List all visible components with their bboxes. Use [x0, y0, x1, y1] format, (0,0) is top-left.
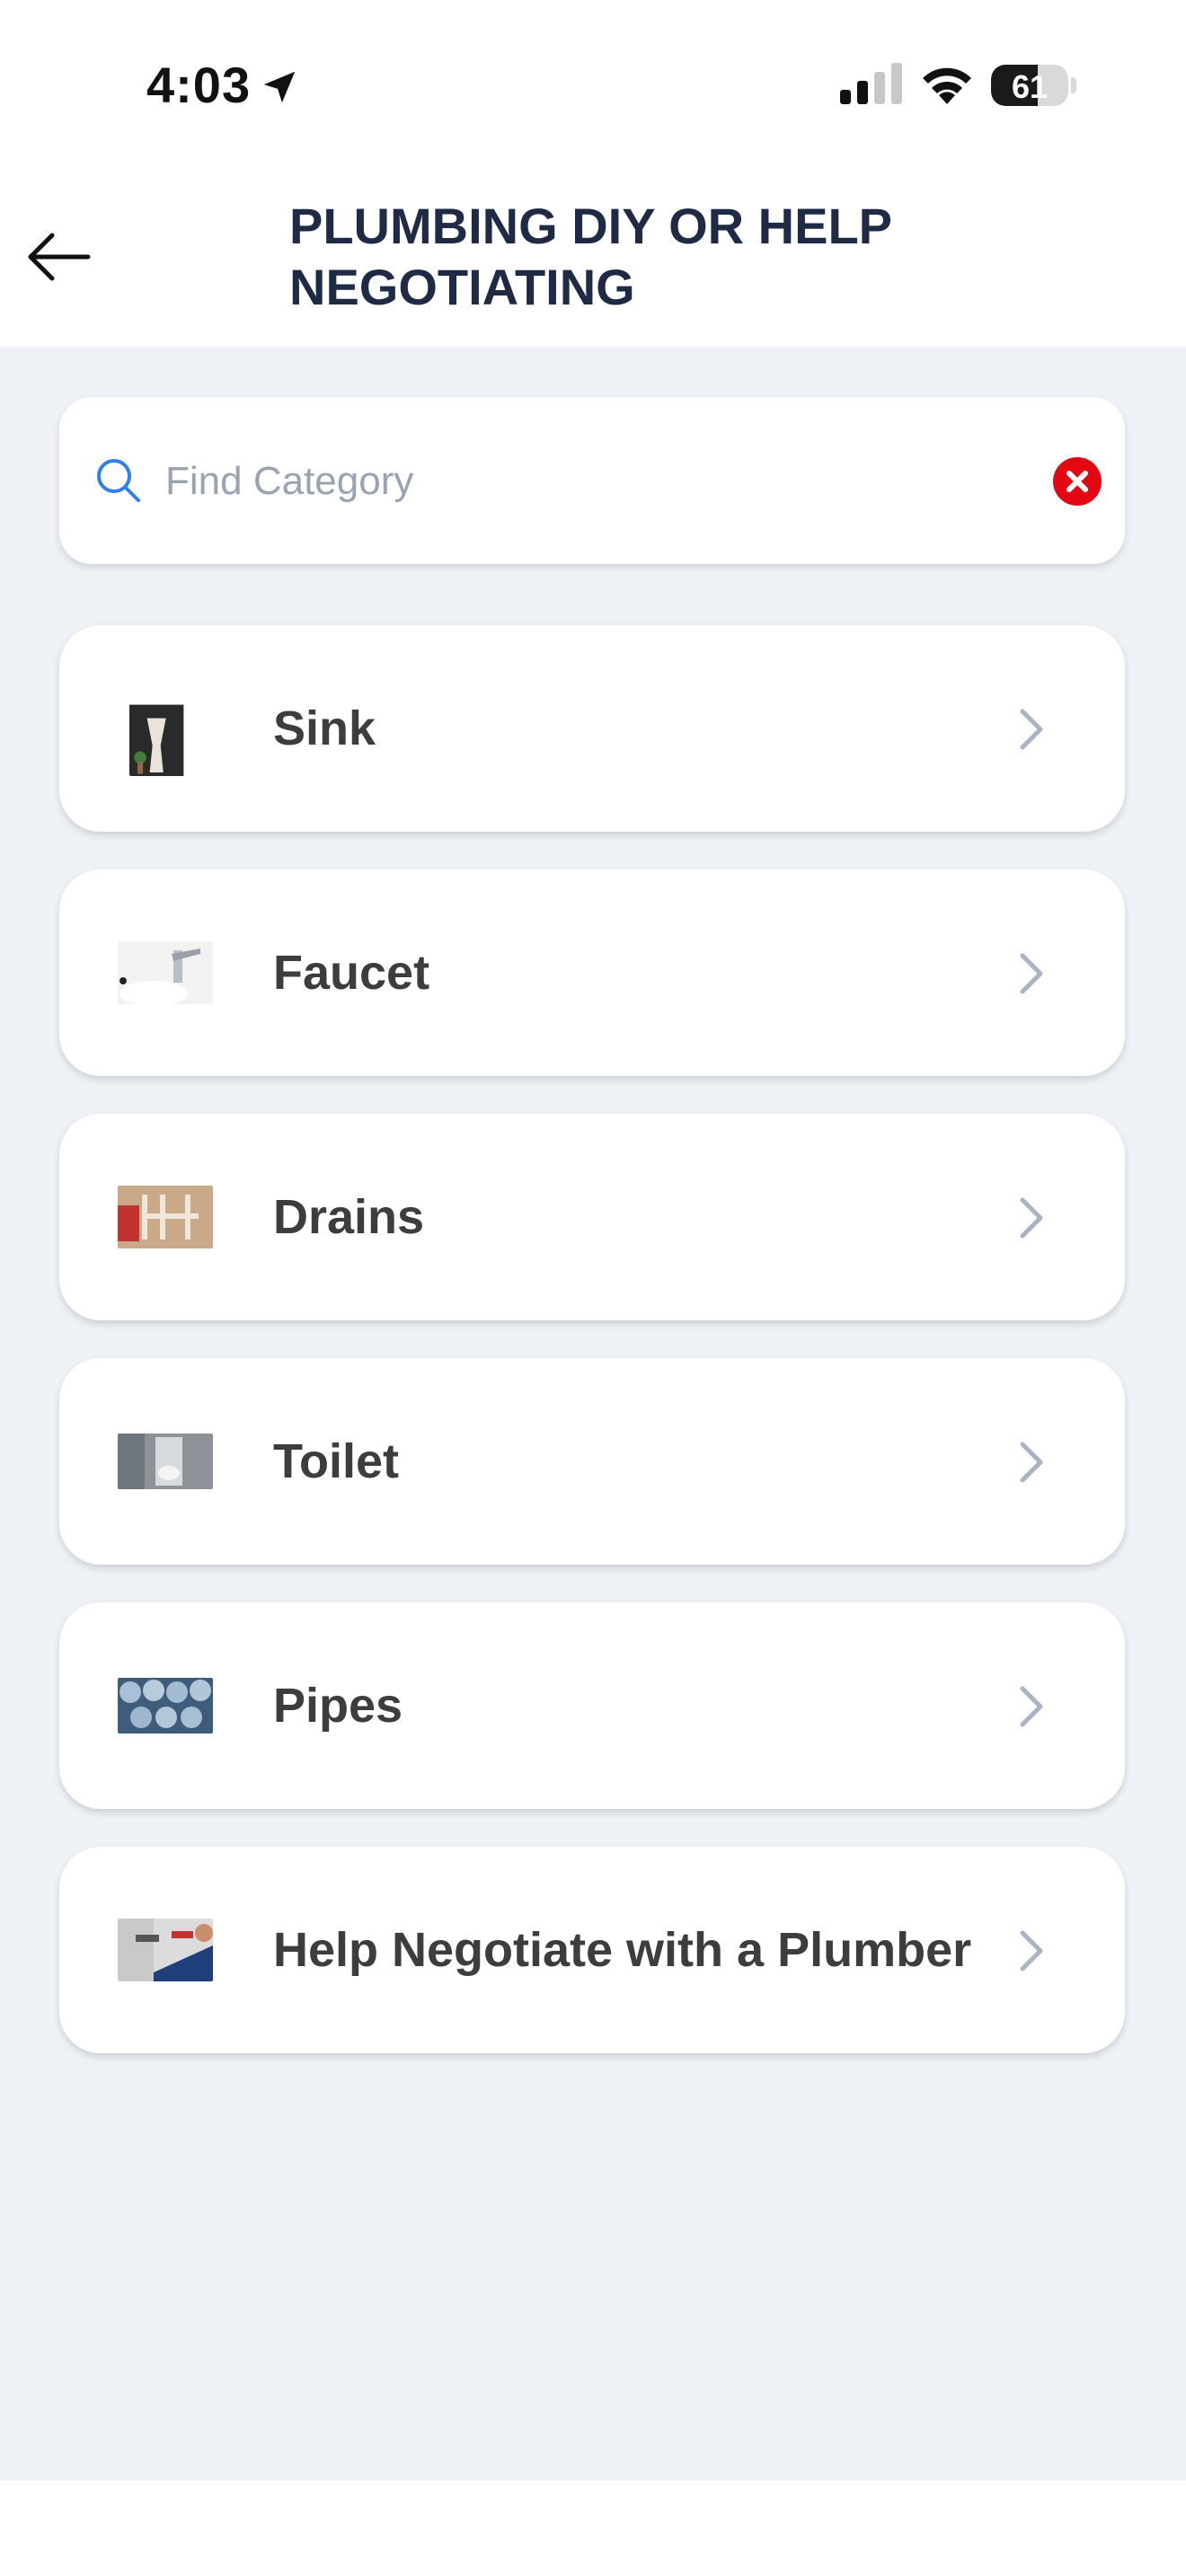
status-bar: 4:03 61	[0, 0, 1186, 176]
sink-photo	[129, 704, 184, 776]
category-label: Faucet	[273, 946, 430, 1000]
chevron-right-icon	[1020, 953, 1043, 994]
category-item-sink[interactable]: Sink	[59, 625, 1125, 832]
chevron-right-icon	[1020, 709, 1043, 750]
wifi-icon	[923, 67, 971, 104]
category-item-help-negotiate[interactable]: Help Negotiate with a Plumber	[59, 1847, 1125, 2053]
chevron-right-icon	[1020, 1930, 1043, 1972]
back-arrow-icon[interactable]	[25, 230, 93, 284]
category-item-faucet[interactable]: Faucet	[59, 869, 1125, 1076]
drains-photo	[118, 1186, 213, 1248]
location-arrow-icon	[263, 71, 296, 103]
chevron-right-icon	[1020, 1197, 1043, 1239]
search-input[interactable]	[164, 442, 976, 521]
clear-search-icon[interactable]	[1053, 457, 1102, 506]
category-label: Toilet	[273, 1434, 399, 1488]
search-icon	[97, 459, 140, 502]
category-item-pipes[interactable]: Pipes	[59, 1602, 1125, 1809]
category-label: Help Negotiate with a Plumber	[273, 1923, 972, 1977]
search-box[interactable]	[59, 397, 1125, 564]
battery-percent: 61	[1011, 68, 1049, 105]
battery-cap	[1071, 77, 1076, 93]
category-item-drains[interactable]: Drains	[59, 1114, 1125, 1320]
battery-icon: 61	[991, 65, 1068, 106]
page-title: PLUMBING DIY OR HELP NEGOTIATING	[289, 198, 892, 315]
status-time: 4:03	[146, 57, 252, 113]
plumber-photo	[118, 1919, 213, 1981]
faucet-photo	[118, 941, 213, 1004]
cellular-signal-icon	[840, 63, 902, 104]
category-label: Sink	[273, 701, 376, 755]
toilet-photo	[118, 1434, 213, 1489]
pipes-photo	[118, 1678, 213, 1734]
header: PLUMBING DIY OR HELP NEGOTIATING	[0, 176, 1186, 347]
category-label: Drains	[273, 1190, 425, 1244]
category-label: Pipes	[273, 1679, 403, 1733]
category-item-toilet[interactable]: Toilet	[59, 1358, 1125, 1565]
chevron-right-icon	[1020, 1686, 1043, 1727]
bottom-bar	[0, 2481, 1186, 2576]
chevron-right-icon	[1020, 1442, 1043, 1483]
